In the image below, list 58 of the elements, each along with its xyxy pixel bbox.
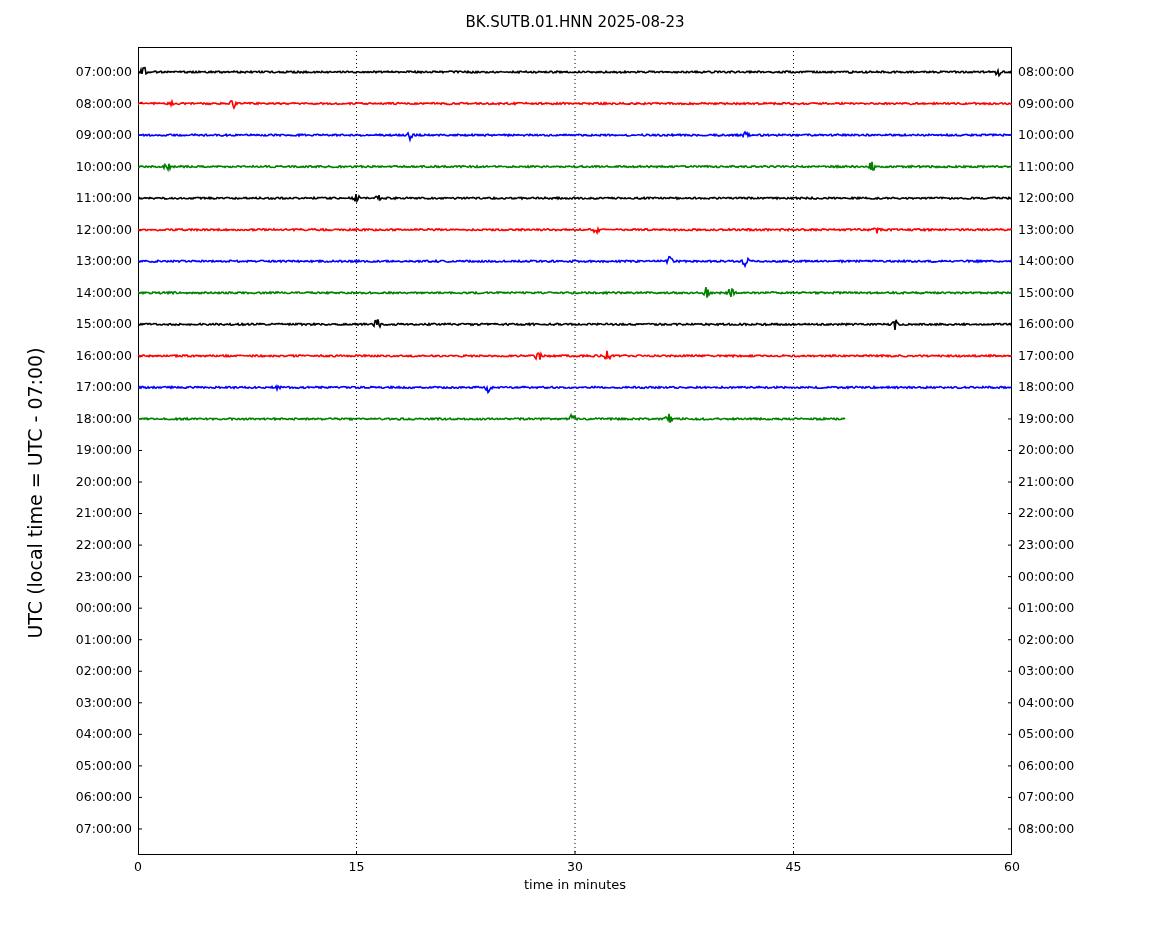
x-tick-label: 30 [567,859,583,874]
y-tick-label: 18:00:00 [1018,378,1075,397]
y-tick-label: 08:00:00 [1018,819,1075,838]
y-tick-label: 21:00:00 [75,504,132,523]
y-tick-label: 05:00:00 [75,756,132,775]
y-tick-label: 07:00:00 [75,63,132,81]
x-tick-label: 15 [348,859,365,874]
y-tick-label: 03:00:00 [75,693,132,712]
y-tick-label: 18:00:00 [75,409,132,428]
y-tick-label: 00:00:00 [1018,567,1075,586]
y-tick-label: 06:00:00 [75,788,132,807]
y-tick-label: 10:00:00 [1018,126,1075,145]
y-tick-label: 14:00:00 [75,283,132,302]
y-tick-label: 19:00:00 [75,441,132,460]
y-tick-label: 11:00:00 [75,189,132,208]
y-tick-label: 13:00:00 [1018,220,1075,239]
y-tick-label: 04:00:00 [1018,693,1075,712]
y-tick-label: 02:00:00 [75,662,132,681]
y-tick-label: 04:00:00 [75,725,132,744]
y-tick-label: 15:00:00 [1018,283,1075,302]
y-tick-label: 11:00:00 [1018,157,1075,176]
y-tick-label: 10:00:00 [75,157,132,176]
y-tick-label: 12:00:00 [1018,189,1075,208]
y-tick-label: 16:00:00 [1018,315,1075,334]
y-tick-label: 17:00:00 [75,378,132,397]
x-tick-label: 0 [134,859,142,874]
y-tick-label: 21:00:00 [1018,472,1075,491]
y-tick-label: 14:00:00 [1018,252,1075,271]
x-tick-label: 45 [785,859,802,874]
y-tick-label: 08:00:00 [75,94,132,113]
y-tick-label: 03:00:00 [1018,662,1075,681]
chart-title: BK.SUTB.01.HNN 2025-08-23 [464,12,686,33]
y-tick-label: 06:00:00 [1018,756,1075,775]
y-tick-label: 01:00:00 [1018,599,1075,618]
x-axis-label: time in minutes [522,877,628,892]
y-tick-label: 09:00:00 [75,126,132,145]
y-axis-label: UTC (local time = UTC - 07:00) [24,347,46,639]
y-tick-label: 01:00:00 [75,630,132,649]
y-tick-label: 05:00:00 [1018,725,1075,744]
y-tick-label: 19:00:00 [1018,409,1075,428]
y-tick-label: 17:00:00 [1018,346,1075,365]
x-tick-label: 60 [1004,859,1020,874]
y-tick-label: 15:00:00 [75,315,132,334]
y-tick-label: 20:00:00 [75,472,132,491]
y-tick-label: 23:00:00 [1018,535,1075,554]
y-tick-label: 07:00:00 [1018,788,1075,807]
y-tick-label: 13:00:00 [75,252,132,271]
y-tick-label: 22:00:00 [1018,504,1075,523]
y-tick-label: 02:00:00 [1018,630,1075,649]
y-tick-label: 23:00:00 [75,567,132,586]
y-tick-label: 00:00:00 [75,599,132,618]
y-tick-label: 12:00:00 [75,220,132,239]
y-tick-label: 07:00:00 [75,819,132,838]
y-tick-label: 22:00:00 [75,535,132,554]
y-tick-label: 20:00:00 [1018,441,1075,460]
y-tick-label: 16:00:00 [75,346,132,365]
y-tick-label: 08:00:00 [1018,63,1075,81]
y-tick-label: 09:00:00 [1018,94,1075,113]
